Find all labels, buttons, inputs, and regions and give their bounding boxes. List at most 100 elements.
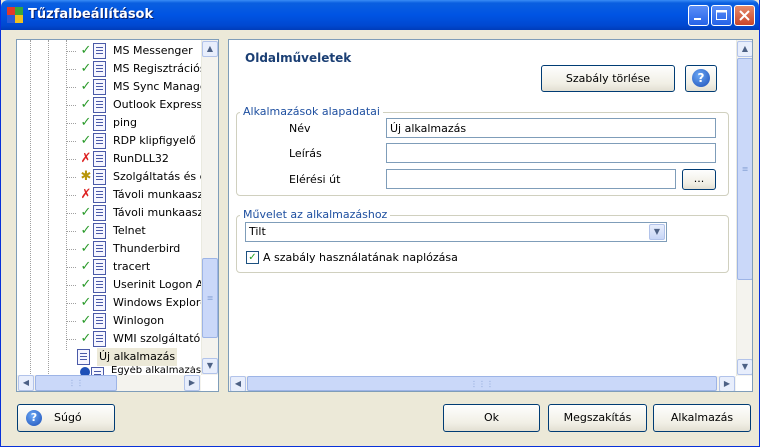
document-icon [77,349,90,365]
tree-item[interactable]: ✓ WMI szolgáltató ki [66,330,213,348]
allowed-check-icon: ✓ [80,79,92,94]
scroll-right-button[interactable]: ▶ [719,376,735,391]
allowed-check-icon: ✓ [80,205,92,220]
tree-item-label: Telnet [113,224,146,237]
tree-item[interactable]: ✓ Telnet [66,222,202,240]
scroll-down-button[interactable]: ▼ [202,358,218,374]
tree-item[interactable]: ✓ MS Messenger [66,42,202,60]
document-icon [93,61,106,77]
allowed-check-icon: ✓ [80,97,92,112]
document-icon [93,115,106,131]
action-select-value: Tilt [249,225,266,238]
tree-item-label: Winlogon [113,314,165,327]
scroll-up-button[interactable]: ▲ [737,41,752,57]
cancel-button[interactable]: Megszakítás [548,404,647,432]
scroll-left-button[interactable]: ◀ [230,376,246,391]
tree-connector [66,231,76,232]
allowed-check-icon: ✓ [80,115,92,130]
tree-connector [66,195,76,196]
title-bar[interactable]: Tűzfalbeállítások [1,0,759,30]
ok-button[interactable]: Ok [443,404,540,432]
scroll-thumb[interactable]: ⋮⋮ [35,375,117,391]
minimize-icon [694,18,701,20]
tree-item-label-selected: Új alkalmazás [97,348,178,366]
tree-item-label: Windows Explorer [113,296,212,309]
close-button[interactable] [734,5,755,26]
tree-item-label: Távoli munkaaszta [113,188,215,201]
tree-item[interactable]: ✓ Outlook Express [66,96,203,114]
tree-item[interactable]: ✓ ping [66,114,202,132]
name-input[interactable] [386,118,716,138]
tree-item[interactable]: ✓ RDP klipfigyelő [66,132,202,150]
tree-item[interactable]: ✗ Távoli munkaaszta [66,186,214,204]
tree-item[interactable]: ✓ tracert [66,258,202,276]
apply-button[interactable]: Alkalmazás [653,404,751,432]
app-basics-group-title: Alkalmazások alapadatai [240,105,383,118]
tree-item[interactable]: ✗ RunDLL32 [66,150,202,168]
document-icon [93,259,106,275]
app-icon [7,7,23,23]
tree-connector [66,105,76,106]
tree-item[interactable]: ✓ MS Regisztrációs v [66,60,216,78]
tree-item-label: tracert [113,260,151,273]
allowed-check-icon: ✓ [80,223,92,238]
document-icon [93,223,106,239]
tree-item-label: Thunderbird [113,242,181,255]
tree-horizontal-scrollbar[interactable]: ◀ ⋮⋮ ▶ [17,375,201,391]
tree-item-new-app[interactable]: Új alkalmazás [77,348,187,366]
tree-item[interactable]: ✓ Thunderbird [66,240,202,258]
tree-item-label: MS Sync Manager [113,80,212,93]
scroll-left-button[interactable]: ◀ [18,375,34,391]
tree-item[interactable]: ✓ Winlogon [66,312,202,330]
tree-item[interactable]: ✓ MS Sync Manager [66,78,211,96]
document-icon [93,187,106,203]
tree-connector [66,69,76,70]
tree-item-label: RunDLL32 [113,152,169,165]
minimize-button[interactable] [688,5,709,26]
browse-button[interactable]: ... [682,169,716,190]
tree-item-label: Outlook Express [113,98,203,111]
maximize-icon [716,10,727,20]
document-icon [93,43,106,59]
document-icon [93,295,106,311]
document-icon [93,79,106,95]
path-label: Elérési út [289,173,341,186]
allowed-check-icon: ✓ [80,259,92,274]
maximize-button[interactable] [711,5,732,26]
scroll-thumb[interactable]: ≡ [202,258,218,338]
tree-connector [66,177,76,178]
help-footer-button[interactable]: ? Súgó [17,404,115,432]
scroll-thumb[interactable]: ≡ [737,58,752,280]
panel-horizontal-scrollbar[interactable]: ◀ ⋮⋮⋮ ▶ [229,376,736,391]
scroll-up-button[interactable]: ▲ [202,41,218,57]
tree-item-label: MS Messenger [113,44,193,57]
firewall-settings-window: Tűzfalbeállítások ✓ MS Messenger ✓ MS Regis… [0,0,760,447]
path-input[interactable] [386,169,676,189]
tree-vertical-scrollbar[interactable]: ▲ ≡ ▼ [201,40,218,375]
tree-item-label: RDP klipfigyelő [113,134,196,147]
description-input[interactable] [386,143,716,163]
tree-connector [66,339,76,340]
tree-item[interactable]: ✱ Szolgáltatás és elle [66,168,218,186]
scroll-right-button[interactable]: ▶ [184,375,200,391]
panel-title: Oldalműveletek [245,51,352,65]
allowed-check-icon: ✓ [80,277,92,292]
help-button[interactable]: ? [685,65,717,92]
application-tree[interactable]: ✓ MS Messenger ✓ MS Regisztrációs v ✓ MS Sync… [16,39,219,392]
tree-item[interactable]: ✓ Userinit Logon App [66,276,217,294]
chevron-down-icon[interactable]: ▼ [649,224,665,240]
delete-rule-button[interactable]: Szabály törlése [541,65,675,92]
log-usage-label: A szabály használatának naplózása [263,251,458,264]
scroll-thumb[interactable]: ⋮⋮⋮ [247,376,717,391]
document-icon [93,169,106,185]
allowed-check-icon: ✓ [80,43,92,58]
log-usage-checkbox[interactable]: ✓ [246,251,259,264]
action-select[interactable]: Tilt ▼ [245,222,667,242]
tree-item[interactable]: ✓ Távoli munkaaszta [66,204,214,222]
scroll-down-button[interactable]: ▼ [737,359,752,375]
document-icon [93,151,106,167]
tree-connector [66,141,76,142]
panel-vertical-scrollbar[interactable]: ▲ ≡ ▼ [736,40,752,376]
action-group-title: Művelet az alkalmazáshoz [240,208,391,221]
tree-item[interactable]: ✓ Windows Explorer [66,294,211,312]
